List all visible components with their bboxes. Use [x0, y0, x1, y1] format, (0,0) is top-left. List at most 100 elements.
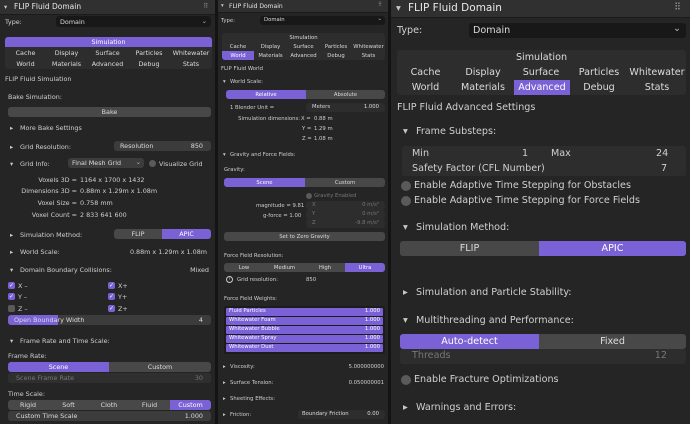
tab-whitewater[interactable]: Whitewater	[352, 42, 385, 51]
type-dropdown[interactable]: Domain ⌄	[469, 23, 686, 38]
collapse-icon[interactable]: ▾	[396, 3, 401, 14]
type-dropdown[interactable]: Domain ⌄	[260, 16, 385, 25]
tab-materials[interactable]: Materials	[454, 80, 512, 95]
min-value[interactable]: 1	[522, 148, 528, 159]
ff-low-button[interactable]: Low	[224, 263, 264, 272]
y-plus-checkbox[interactable]: ✓	[108, 293, 115, 300]
drag-handle-icon[interactable]: ⠿	[378, 2, 383, 8]
z-plus-checkbox[interactable]: ✓	[108, 305, 115, 312]
max-value[interactable]: 24	[656, 148, 668, 159]
tab-surface[interactable]: Surface	[87, 47, 128, 58]
tab-particles[interactable]: Particles	[128, 47, 170, 58]
tab-surface[interactable]: Surface	[287, 42, 320, 51]
cfl-value[interactable]: 7	[661, 163, 667, 174]
tab-debug[interactable]: Debug	[320, 51, 352, 60]
tab-advanced[interactable]: Advanced	[287, 51, 320, 60]
tab-world[interactable]: World	[397, 80, 454, 95]
time-soft-button[interactable]: Soft	[48, 400, 89, 410]
expand-icon[interactable]: ▸	[10, 143, 13, 151]
tab-simulation[interactable]: Simulation	[5, 37, 212, 47]
meters-field[interactable]: Meters 1.000	[306, 103, 385, 112]
expand-icon[interactable]: ▸	[223, 380, 226, 386]
expand-icon[interactable]: ▸	[403, 287, 408, 298]
resolution-field[interactable]: Resolution 850	[114, 141, 211, 151]
tab-world[interactable]: World	[5, 58, 46, 69]
custom-time-scale-field[interactable]: Custom Time Scale 1.000	[8, 411, 211, 421]
tab-advanced[interactable]: Advanced	[514, 80, 570, 95]
zero-gravity-button[interactable]: Set to Zero Gravity	[224, 232, 385, 241]
stability-label[interactable]: Simulation and Particle Stability:	[416, 287, 572, 298]
fracture-checkbox[interactable]	[401, 375, 411, 385]
tab-stats[interactable]: Stats	[628, 80, 686, 95]
warnings-label[interactable]: Warnings and Errors:	[416, 402, 516, 413]
adaptive-obstacles-checkbox[interactable]	[401, 181, 411, 191]
tab-display[interactable]: Display	[454, 65, 512, 80]
open-boundary-field[interactable]: Open Boundary Width 4	[8, 315, 211, 325]
expand-icon[interactable]: ▸	[10, 124, 13, 132]
tab-stats[interactable]: Stats	[170, 58, 212, 69]
apic-button[interactable]: APIC	[539, 241, 686, 256]
expand-icon[interactable]: ▸	[10, 231, 13, 239]
auto-detect-button[interactable]: Auto-detect	[400, 334, 539, 349]
scene-button[interactable]: Scene	[8, 362, 109, 372]
weight-whitewater-spray[interactable]: Whitewater Spray 1.000	[226, 335, 383, 343]
tab-materials[interactable]: Materials	[254, 51, 287, 60]
weight-whitewater-foam[interactable]: Whitewater Foam 1.000	[226, 317, 383, 325]
collapse-icon[interactable]: ▾	[223, 152, 226, 158]
friction-label[interactable]: Friction:	[230, 412, 251, 418]
weight-whitewater-bubble[interactable]: Whitewater Bubble 1.000	[226, 326, 383, 334]
ff-ultra-button[interactable]: Ultra	[345, 263, 385, 272]
collapse-icon[interactable]: ▾	[10, 337, 13, 345]
tab-advanced[interactable]: Advanced	[87, 58, 128, 69]
time-custom-button[interactable]: Custom	[170, 400, 211, 410]
collapse-icon[interactable]: ▾	[403, 222, 408, 233]
expand-icon[interactable]: ▸	[223, 396, 226, 402]
relative-button[interactable]: Relative	[226, 90, 306, 99]
type-dropdown[interactable]: Domain ⌄	[56, 16, 211, 27]
y-minus-checkbox[interactable]: ✓	[8, 293, 15, 300]
expand-icon[interactable]: ▸	[223, 412, 226, 418]
flip-button[interactable]: FLIP	[114, 229, 162, 239]
collapse-icon[interactable]: ▾	[403, 315, 408, 326]
drag-handle-icon[interactable]: ⠿	[203, 2, 209, 10]
panel-header[interactable]: ▾ FLIP Fluid Domain ⠿	[391, 0, 690, 18]
tab-world[interactable]: World	[222, 51, 254, 60]
weight-fluid-particles[interactable]: Fluid Particles 1.000	[226, 308, 383, 316]
tab-surface[interactable]: Surface	[512, 65, 570, 80]
tab-whitewater[interactable]: Whitewater	[628, 65, 686, 80]
drag-handle-icon[interactable]: ⠿	[674, 2, 682, 13]
boundary-mode[interactable]: Mixed	[190, 266, 209, 274]
time-rigid-button[interactable]: Rigid	[8, 400, 48, 410]
bake-button[interactable]: Bake	[8, 107, 211, 117]
tab-cache[interactable]: Cache	[222, 42, 254, 51]
custom-button[interactable]: Custom	[109, 362, 211, 372]
adaptive-force-checkbox[interactable]	[401, 196, 411, 206]
apic-button[interactable]: APIC	[162, 229, 211, 239]
collapse-icon[interactable]: ▾	[223, 79, 226, 85]
tab-whitewater[interactable]: Whitewater	[170, 47, 212, 58]
surface-tension-label[interactable]: Surface Tension:	[230, 380, 273, 386]
tab-cache[interactable]: Cache	[397, 65, 454, 80]
collapse-icon[interactable]: ▾	[10, 266, 13, 274]
boundary-friction-field[interactable]: Boundary Friction 0.00	[298, 410, 385, 419]
tab-stats[interactable]: Stats	[352, 51, 385, 60]
tab-cache[interactable]: Cache	[5, 47, 46, 58]
x-minus-checkbox[interactable]: ✓	[8, 282, 15, 289]
collapse-icon[interactable]: ▾	[10, 160, 13, 168]
absolute-button[interactable]: Absolute	[306, 90, 385, 99]
fixed-button[interactable]: Fixed	[539, 334, 686, 349]
ff-high-button[interactable]: High	[305, 263, 345, 272]
tab-materials[interactable]: Materials	[46, 58, 87, 69]
help-icon[interactable]: ?	[226, 276, 233, 283]
x-plus-checkbox[interactable]: ✓	[108, 282, 115, 289]
more-bake-settings[interactable]: More Bake Settings	[20, 124, 82, 132]
panel-header[interactable]: ▾ FLIP Fluid Domain ⠿	[218, 0, 388, 13]
expand-icon[interactable]: ▸	[403, 402, 408, 413]
gravity-enabled-checkbox[interactable]	[306, 193, 312, 199]
grid-mode-dropdown[interactable]: Final Mesh Grid ⌄	[68, 158, 144, 168]
time-fluid-button[interactable]: Fluid	[129, 400, 170, 410]
tab-display[interactable]: Display	[254, 42, 287, 51]
sheeting-label[interactable]: Sheeting Effects:	[230, 396, 275, 402]
tab-display[interactable]: Display	[46, 47, 87, 58]
tab-debug[interactable]: Debug	[128, 58, 170, 69]
